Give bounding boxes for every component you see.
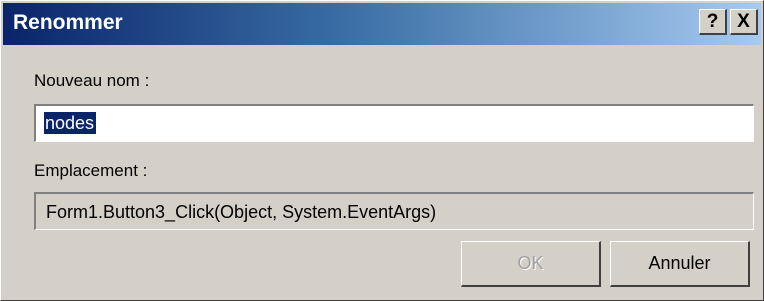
location-value: Form1.Button3_Click(Object, System.Event… [46,202,437,222]
rename-dialog: Renommer ? X Nouveau nom : nodes Emplace… [0,0,764,301]
location-field: Form1.Button3_Click(Object, System.Event… [34,192,754,230]
close-icon: X [737,11,750,32]
ok-button[interactable]: OK [461,241,601,287]
help-icon: ? [706,11,719,32]
close-button[interactable]: X [730,9,758,35]
help-button[interactable]: ? [699,9,727,35]
location-label: Emplacement : [34,161,148,180]
ok-label: OK [517,253,544,273]
dialog-title: Renommer [13,11,123,34]
new-name-input[interactable]: nodes [34,104,754,142]
cancel-button[interactable]: Annuler [610,241,750,287]
new-name-value: nodes [44,112,97,134]
title-bar[interactable]: Renommer ? X [3,3,761,45]
cancel-label: Annuler [648,253,711,273]
new-name-label: Nouveau nom : [34,71,150,90]
